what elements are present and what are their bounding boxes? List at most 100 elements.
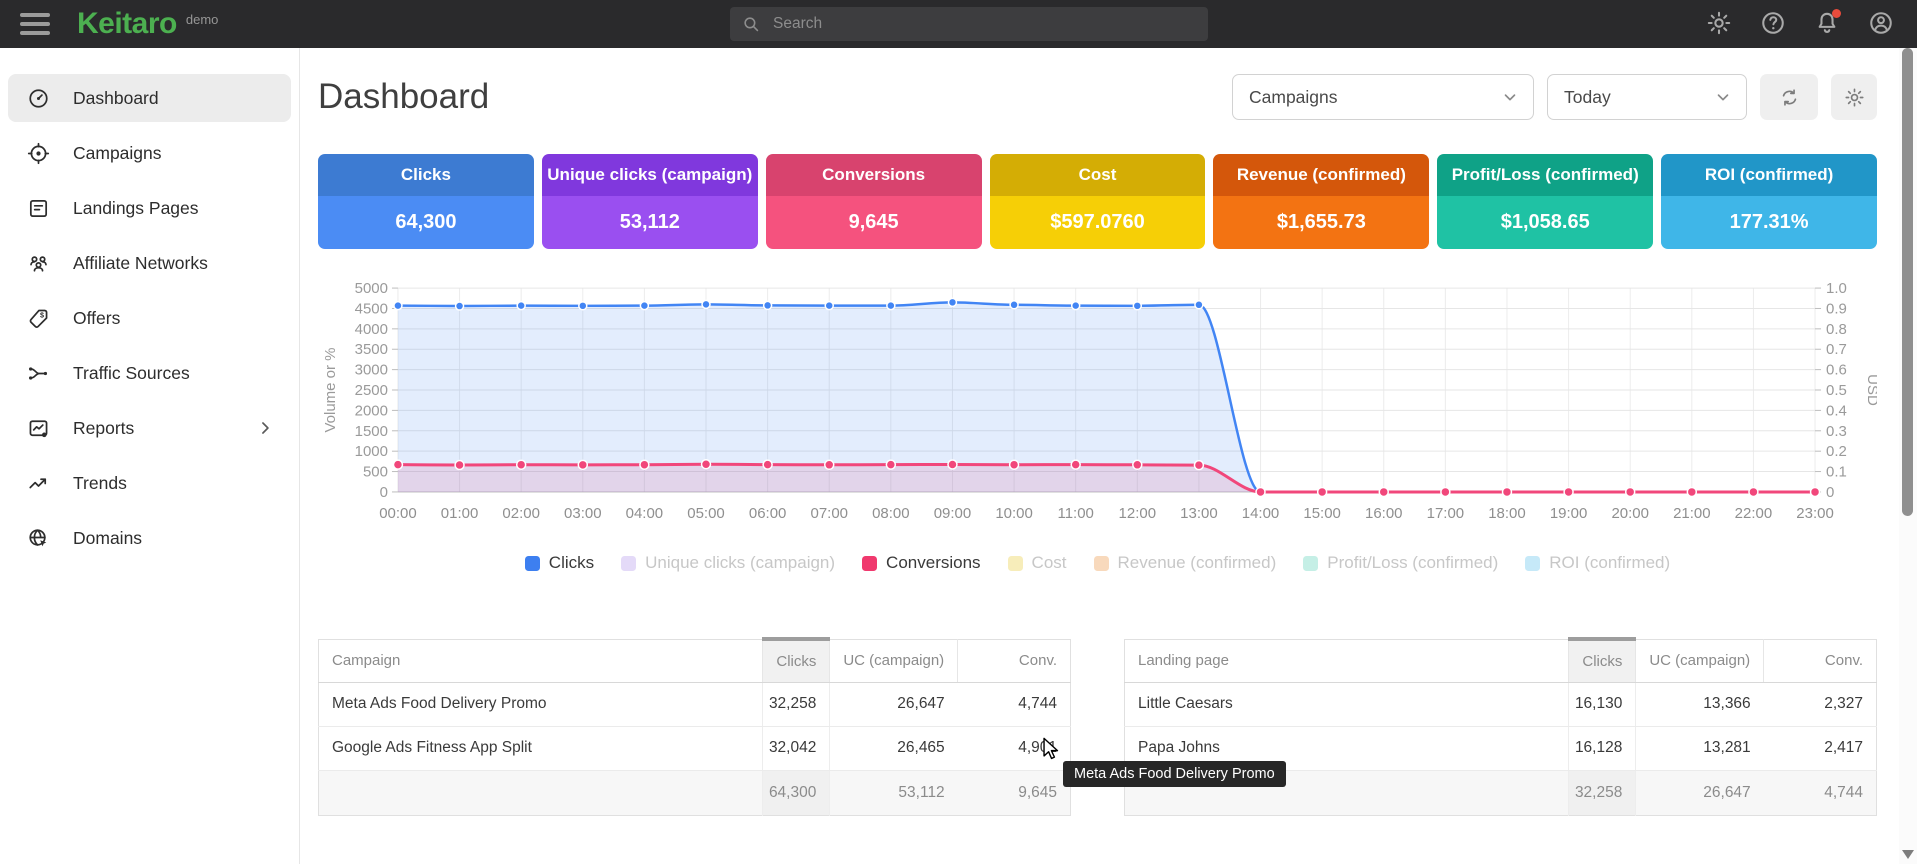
column-header-uc-campaign[interactable]: UC (campaign): [830, 639, 958, 682]
sidebar-item-reports[interactable]: Reports: [8, 404, 291, 452]
traffic-chart[interactable]: 005000.110000.215000.320000.425000.53000…: [318, 280, 1877, 535]
totals-cell: [319, 770, 763, 815]
search-box[interactable]: [730, 7, 1208, 41]
legend-item-conversions[interactable]: Conversions: [862, 553, 981, 573]
legend-item-cost[interactable]: Cost: [1008, 553, 1067, 573]
offers-icon: $: [27, 307, 50, 330]
column-header-uc-campaign[interactable]: UC (campaign): [1636, 639, 1764, 682]
column-header-clicks[interactable]: Clicks: [762, 639, 830, 682]
chevron-down-icon: [1714, 88, 1732, 106]
scrollbar-thumb[interactable]: [1902, 48, 1913, 516]
sidebar-item-landings-pages[interactable]: Landings Pages: [8, 184, 291, 232]
table-row[interactable]: Google Ads Fitness App Split32,04226,465…: [319, 726, 1071, 770]
table-cell: 13,366: [1636, 682, 1764, 726]
reports-icon: [27, 417, 50, 440]
campaigns-icon: [27, 142, 50, 165]
svg-text:Volume or %: Volume or %: [322, 348, 339, 433]
table-cell: Little Caesars: [1125, 682, 1569, 726]
table-row[interactable]: Little Caesars16,13013,3662,327: [1125, 682, 1877, 726]
table-row[interactable]: Meta Ads Food Delivery Promo32,25826,647…: [319, 682, 1071, 726]
sidebar-item-campaigns[interactable]: Campaigns: [8, 129, 291, 177]
metric-value: 53,112: [542, 196, 758, 249]
help-button[interactable]: [1759, 10, 1787, 38]
svg-text:06:00: 06:00: [749, 505, 787, 522]
svg-text:1000: 1000: [355, 443, 388, 460]
table-cell: 16,130: [1568, 682, 1636, 726]
legend-item-unique-clicks-campaign[interactable]: Unique clicks (campaign): [621, 553, 835, 573]
svg-text:13:00: 13:00: [1180, 505, 1218, 522]
metric-card-clicks[interactable]: Clicks64,300: [318, 154, 534, 249]
metric-card-unique-clicks-campaign[interactable]: Unique clicks (campaign)53,112: [542, 154, 758, 249]
metric-value: 177.31%: [1661, 196, 1877, 249]
chart-legend: Clicks Unique clicks (campaign) Conversion…: [318, 553, 1877, 573]
scroll-down-arrow[interactable]: [1902, 850, 1914, 859]
column-header-campaign[interactable]: Campaign: [319, 639, 763, 682]
sidebar-item-label: Reports: [73, 418, 134, 439]
legend-item-roi-confirmed[interactable]: ROI (confirmed): [1525, 553, 1670, 573]
notifications-button[interactable]: [1813, 10, 1841, 38]
svg-text:2000: 2000: [355, 402, 388, 419]
column-header-conv[interactable]: Conv.: [1764, 639, 1877, 682]
svg-text:4000: 4000: [355, 321, 388, 338]
svg-text:3500: 3500: [355, 341, 388, 358]
sidebar-item-dashboard[interactable]: Dashboard: [8, 74, 291, 122]
menu-toggle-button[interactable]: [20, 13, 50, 35]
svg-text:04:00: 04:00: [626, 505, 663, 522]
sidebar-item-domains[interactable]: Domains: [8, 514, 291, 562]
legend-item-profit-loss-confirmed[interactable]: Profit/Loss (confirmed): [1303, 553, 1498, 573]
sidebar-item-traffic-sources[interactable]: Traffic Sources: [8, 349, 291, 397]
sidebar-item-affiliate-networks[interactable]: Affiliate Networks: [8, 239, 291, 287]
landing-pages-table: Landing pageClicksUC (campaign)Conv.Litt…: [1124, 637, 1877, 816]
totals-cell: 4,744: [1764, 770, 1877, 815]
column-header-landing-page[interactable]: Landing page: [1125, 639, 1569, 682]
svg-text:02:00: 02:00: [502, 505, 540, 522]
help-icon: [1760, 10, 1786, 36]
legend-item-clicks[interactable]: Clicks: [525, 553, 594, 573]
svg-text:07:00: 07:00: [810, 505, 847, 522]
column-header-clicks[interactable]: Clicks: [1568, 639, 1636, 682]
date-range-select[interactable]: Today: [1547, 74, 1747, 120]
svg-text:12:00: 12:00: [1119, 505, 1157, 522]
sidebar-item-label: Offers: [73, 308, 120, 329]
domains-icon: [27, 527, 50, 550]
date-range-value: Today: [1564, 87, 1611, 108]
account-button[interactable]: [1867, 10, 1895, 38]
column-header-conv[interactable]: Conv.: [958, 639, 1071, 682]
brand-logo: Keitaro: [77, 7, 177, 41]
legend-item-revenue-confirmed[interactable]: Revenue (confirmed): [1094, 553, 1277, 573]
legend-label: Conversions: [886, 553, 981, 573]
metric-card-conversions[interactable]: Conversions9,645: [766, 154, 982, 249]
legend-swatch: [525, 556, 540, 571]
metric-label: Revenue (confirmed): [1213, 154, 1429, 196]
refresh-button[interactable]: [1760, 74, 1818, 120]
dashboard-icon: [27, 87, 50, 110]
brand: Keitaro demo: [77, 7, 218, 41]
metric-label: Clicks: [318, 154, 534, 196]
sidebar-item-trends[interactable]: Trends: [8, 459, 291, 507]
summary-tables: CampaignClicksUC (campaign)Conv.Meta Ads…: [318, 637, 1877, 816]
sidebar-item-offers[interactable]: $ Offers: [8, 294, 291, 342]
totals-cell: 53,112: [830, 770, 958, 815]
svg-text:01:00: 01:00: [441, 505, 479, 522]
metric-card-revenue-confirmed[interactable]: Revenue (confirmed)$1,655.73: [1213, 154, 1429, 249]
table-cell: Google Ads Fitness App Split: [319, 726, 763, 770]
dashboard-settings-button[interactable]: [1831, 74, 1877, 120]
settings-button[interactable]: [1705, 10, 1733, 38]
campaigns-filter-select[interactable]: Campaigns: [1232, 74, 1534, 120]
gear-icon: [1706, 10, 1732, 36]
totals-row: 64,30053,1129,645: [319, 770, 1071, 815]
metric-card-profit-loss-confirmed[interactable]: Profit/Loss (confirmed)$1,058.65: [1437, 154, 1653, 249]
page-scrollbar[interactable]: [1899, 48, 1917, 864]
metric-label: Unique clicks (campaign): [542, 154, 758, 196]
svg-text:0.9: 0.9: [1826, 300, 1847, 317]
metric-card-roi-confirmed[interactable]: ROI (confirmed)177.31%: [1661, 154, 1877, 249]
app-root: Keitaro demo: [0, 0, 1917, 864]
svg-text:$: $: [40, 311, 44, 319]
metric-card-cost[interactable]: Cost$597.0760: [990, 154, 1206, 249]
table-cell: 26,647: [830, 682, 958, 726]
table-cell: 32,042: [762, 726, 830, 770]
svg-text:19:00: 19:00: [1550, 505, 1588, 522]
svg-text:17:00: 17:00: [1427, 505, 1465, 522]
chevron-down-icon: [1501, 88, 1519, 106]
search-input[interactable]: [773, 15, 1196, 33]
